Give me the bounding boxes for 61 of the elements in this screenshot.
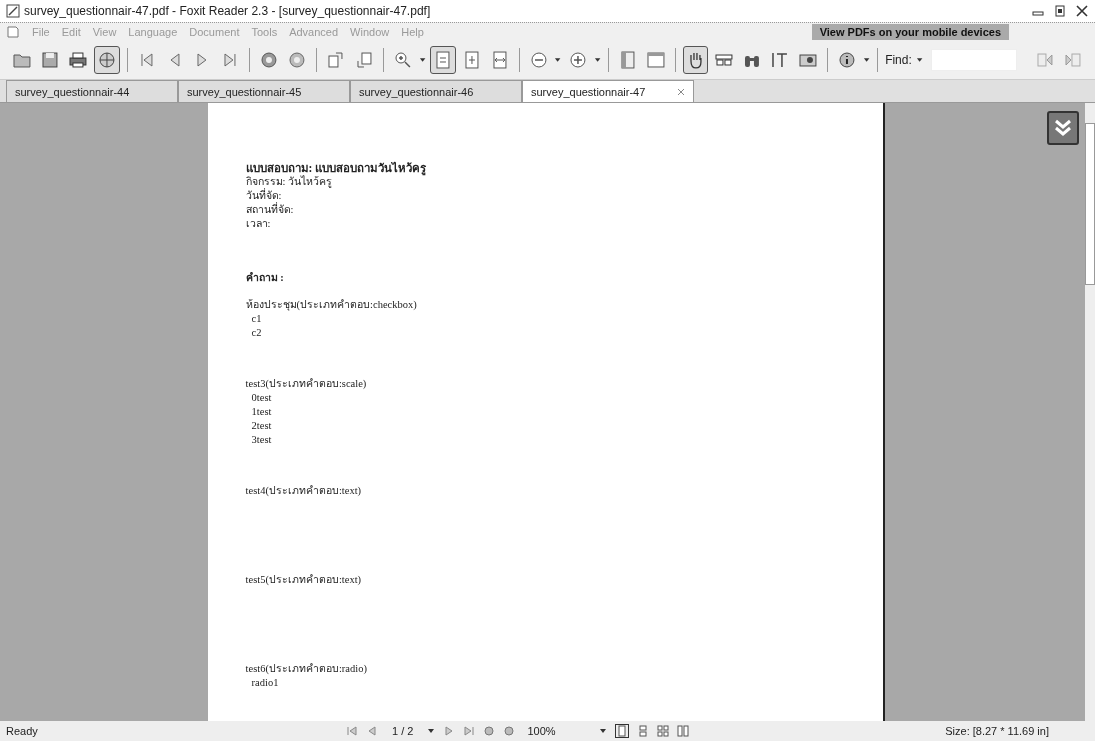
detail-line: สถานที่จัด: xyxy=(245,203,295,217)
caret-icon[interactable] xyxy=(427,727,436,735)
document-title: แบบสอบถาม: แบบสอบถามวันไหว้ครู xyxy=(245,161,428,175)
document-icon xyxy=(6,25,20,39)
answer-option: radio1 xyxy=(245,676,884,690)
document-tab[interactable]: survey_questionnair-47 xyxy=(522,80,694,102)
two-page-icon[interactable] xyxy=(677,725,690,737)
question-text: test3(ประเภทคำตอบ:scale) xyxy=(245,377,368,391)
menu-item[interactable]: View xyxy=(92,26,117,38)
detail-line: เวลา: xyxy=(245,217,272,231)
caret-icon[interactable] xyxy=(593,56,601,64)
question-text: test6(ประเภทคำตอบ:radio) xyxy=(245,662,368,676)
menu-item[interactable]: Help xyxy=(401,26,424,38)
caret-icon[interactable] xyxy=(862,56,871,64)
answer-option: 3test xyxy=(245,433,884,447)
find-label: Find: xyxy=(885,53,912,67)
facing-icon[interactable] xyxy=(657,725,670,737)
hand-icon[interactable] xyxy=(682,46,709,74)
actual-size-icon[interactable] xyxy=(429,46,456,74)
zoom-field[interactable]: 100% xyxy=(523,725,592,737)
caret-icon[interactable] xyxy=(915,56,924,64)
caret-icon[interactable] xyxy=(418,56,426,64)
answer-option: 1test xyxy=(245,405,884,419)
mobile-banner[interactable]: View PDFs on your mobile devices xyxy=(811,24,1009,40)
answer-option: 0test xyxy=(245,391,884,405)
status-text: Ready xyxy=(6,725,39,737)
scroll-down-button[interactable] xyxy=(1047,111,1079,145)
answer-option: c2 xyxy=(245,326,884,340)
question-text: ห้องประชุม(ประเภทคำตอบ:checkbox) xyxy=(245,298,418,312)
last-page-icon[interactable] xyxy=(463,725,476,737)
detail-line: วันที่จัด: xyxy=(245,189,283,202)
menu-item[interactable]: Advanced xyxy=(289,26,339,38)
globe-icon[interactable] xyxy=(93,46,120,74)
page-number-field[interactable]: 1 / 2 xyxy=(386,725,420,737)
document-tab[interactable]: survey_questionnair-46 xyxy=(350,80,522,102)
double-arrow-down-icon xyxy=(1053,118,1073,138)
menu-item[interactable]: File xyxy=(32,26,50,38)
window-title: survey_questionnair-47.pdf - Foxit Reader 2.3 - [survey_questionnair-47.pdf] xyxy=(24,4,431,18)
app-icon xyxy=(6,4,20,18)
previous-page-icon[interactable] xyxy=(366,725,378,737)
menu-item[interactable]: Edit xyxy=(61,26,81,38)
menu-item[interactable]: Tools xyxy=(251,26,278,38)
close-icon[interactable] xyxy=(1075,5,1089,17)
document-tab[interactable]: survey_questionnair-44 xyxy=(6,80,178,102)
first-page-icon[interactable] xyxy=(346,725,358,737)
menu-item[interactable]: Language xyxy=(128,26,178,38)
question-text: test4(ประเภทคำตอบ:text) xyxy=(245,484,363,498)
single-page-icon[interactable] xyxy=(615,724,630,738)
restore-icon[interactable] xyxy=(1053,5,1067,17)
page-size-text: Size: [8.27 * 11.69 in] xyxy=(945,725,1049,737)
question-text: test5(ประเภทคำตอบ:text) xyxy=(245,573,363,587)
caret-icon[interactable] xyxy=(599,727,608,735)
document-tab[interactable]: survey_questionnair-45 xyxy=(178,80,350,102)
answer-option: 2test xyxy=(245,419,884,433)
detail-line: กิจกรรม: วันไหว้ครู xyxy=(245,175,333,188)
questions-heading: คำถาม : xyxy=(245,271,285,285)
menu-item[interactable]: Window xyxy=(350,26,390,38)
caret-icon[interactable] xyxy=(554,56,562,64)
answer-option: c1 xyxy=(245,312,884,326)
continuous-icon[interactable] xyxy=(637,725,650,737)
menu-item[interactable]: Document xyxy=(189,26,240,38)
